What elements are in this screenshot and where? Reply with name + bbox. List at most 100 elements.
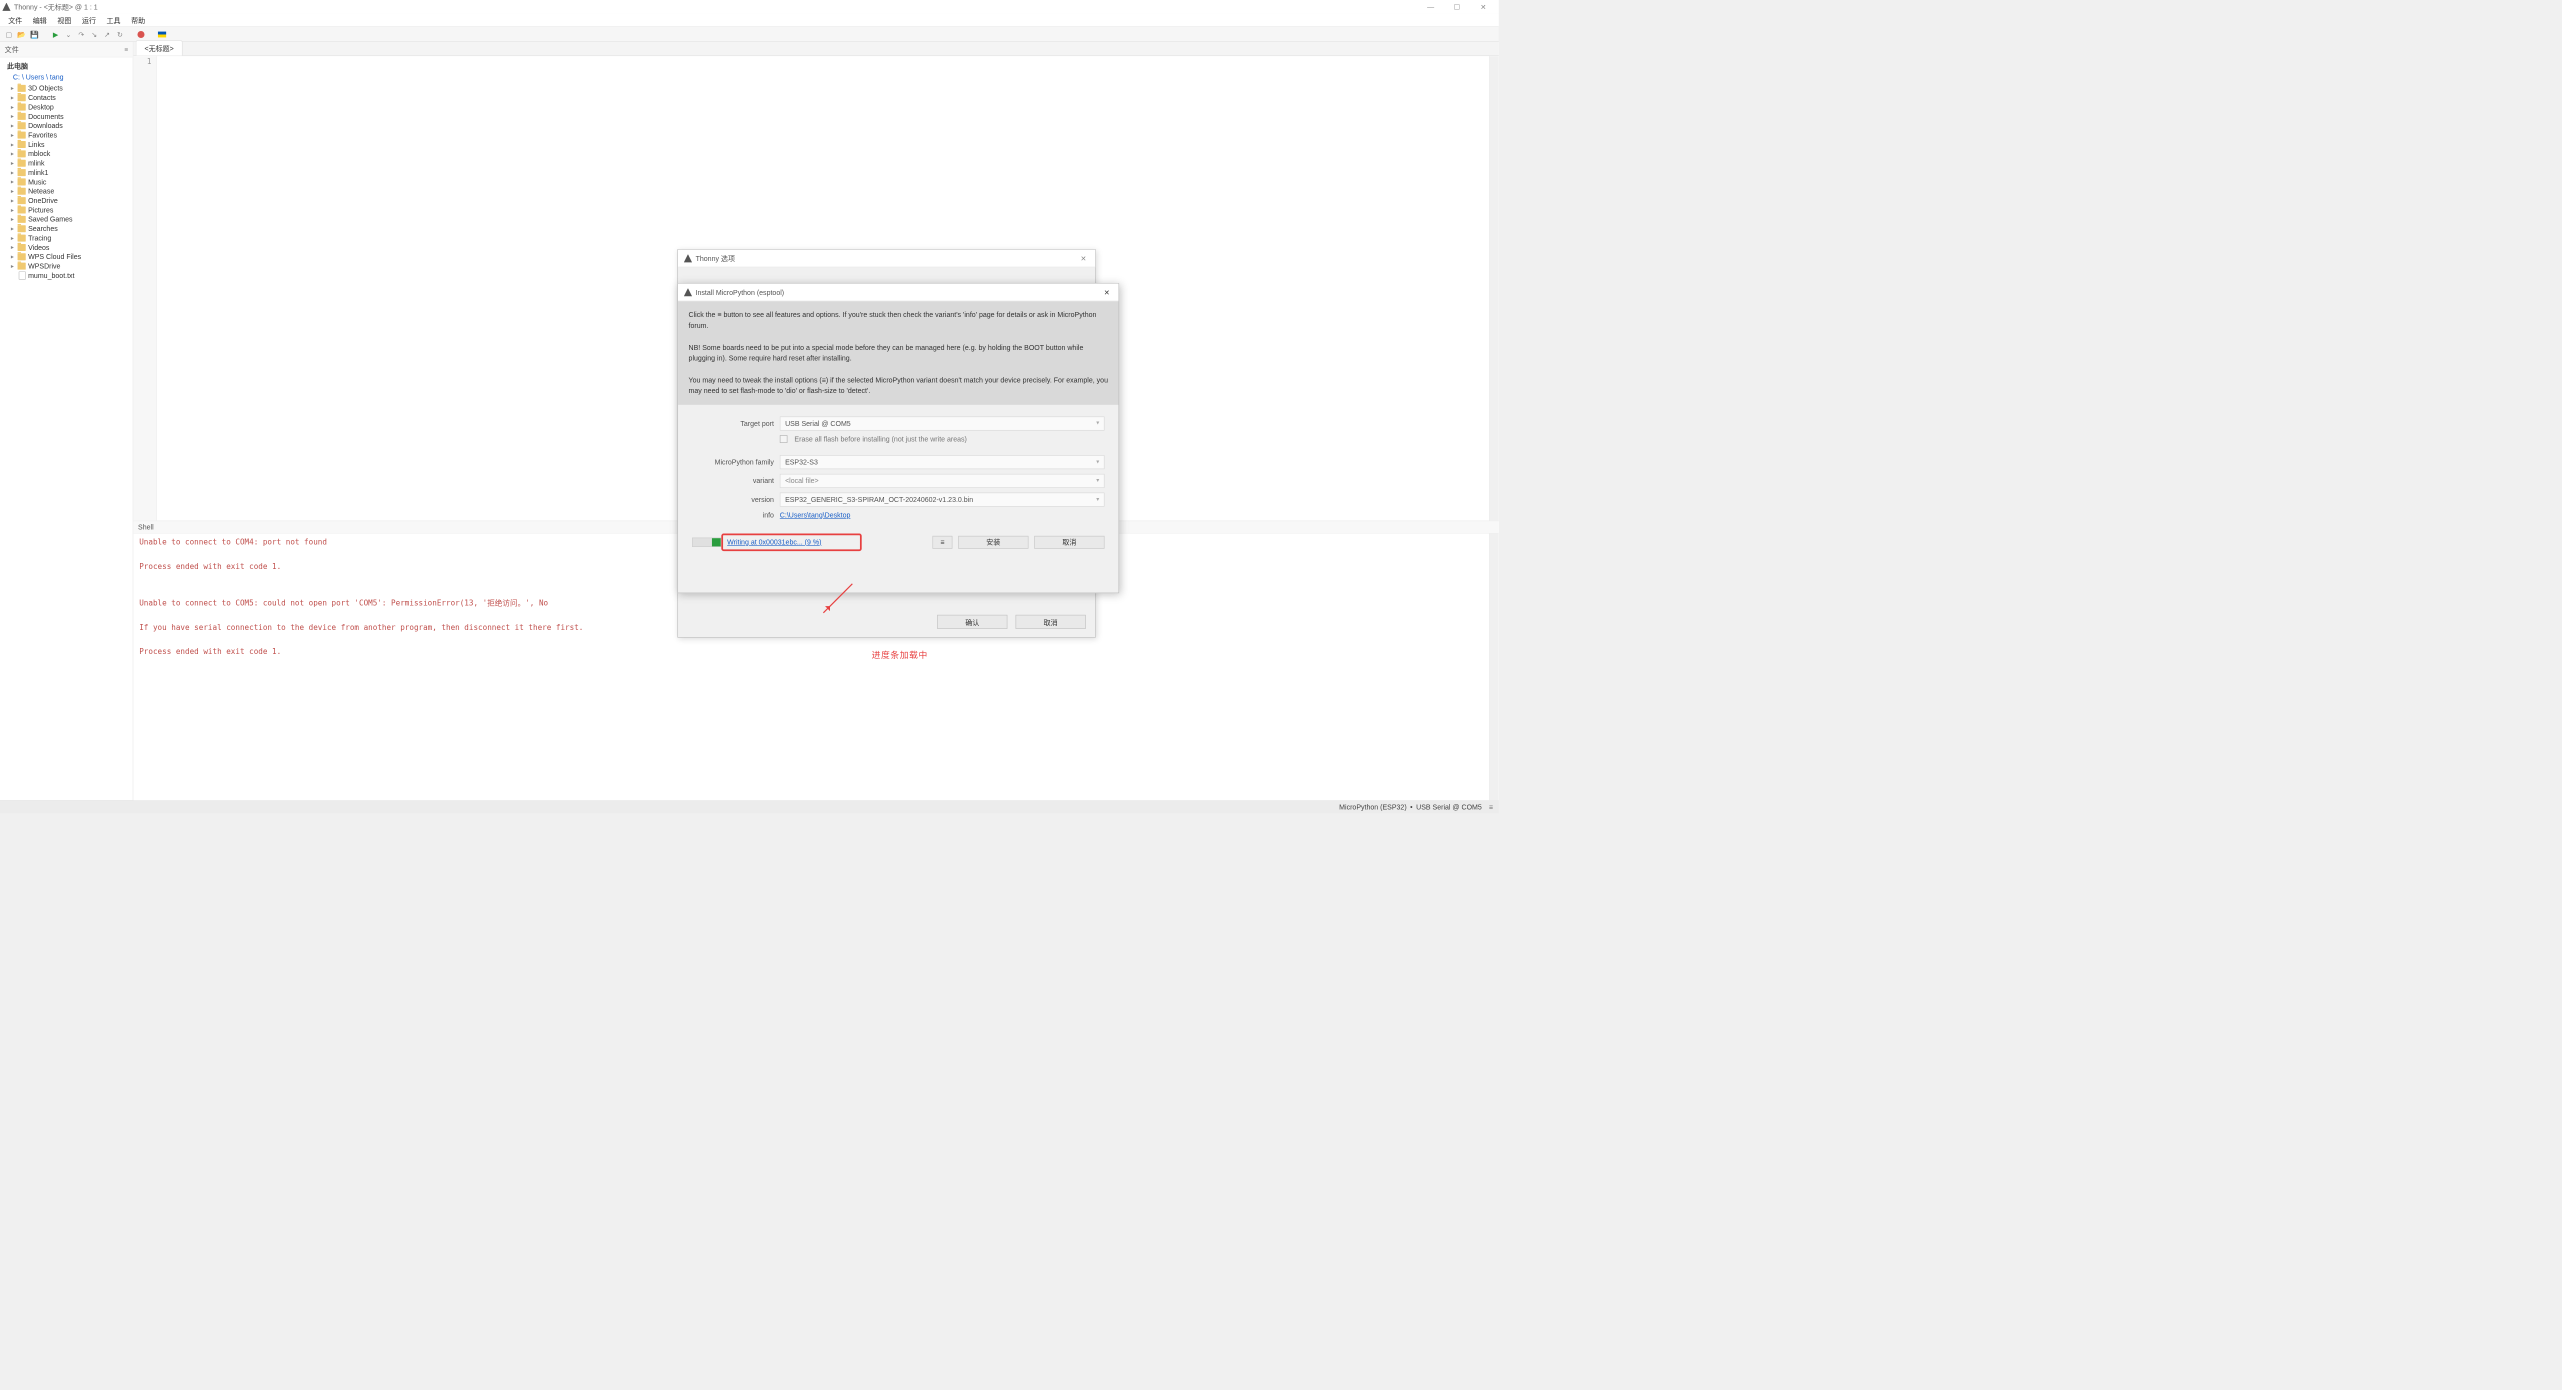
shell-line: Process ended with exit code 1.	[139, 647, 1493, 659]
step-over-icon: ↷	[78, 30, 84, 38]
folder-icon	[18, 122, 26, 129]
tree-folder[interactable]: ▸Desktop	[1, 102, 131, 111]
expand-icon: ▸	[9, 188, 15, 194]
window-maximize-button[interactable]: ☐	[1444, 0, 1470, 13]
open-file-button[interactable]: 📂	[16, 29, 27, 40]
tree-folder[interactable]: ▸ mlink1	[1, 168, 131, 177]
folder-icon	[18, 104, 26, 111]
tree-folder[interactable]: ▸Favorites	[1, 130, 131, 139]
menu-run[interactable]: 运行	[77, 14, 100, 26]
expand-icon: ▸	[9, 235, 15, 241]
sidebar-menu-button[interactable]: ≡	[124, 46, 128, 53]
bug-icon: ⌄	[66, 30, 72, 38]
menu-edit[interactable]: 编辑	[28, 14, 51, 26]
stop-button[interactable]	[136, 29, 147, 40]
tree-folder[interactable]: ▸ Links	[1, 140, 131, 149]
tree-item-label: WPS Cloud Files	[28, 253, 81, 261]
expand-icon: ▸	[9, 254, 15, 260]
shell-line: If you have serial connection to the dev…	[139, 622, 1493, 634]
run-button[interactable]: ▶	[50, 29, 61, 40]
expand-icon: ▸	[9, 197, 15, 203]
tree-folder[interactable]: ▸Contacts	[1, 93, 131, 102]
expand-icon: ▸	[9, 169, 15, 175]
status-port[interactable]: USB Serial @ COM5	[1416, 803, 1482, 811]
tree-folder[interactable]: ▸Saved Games	[1, 215, 131, 224]
folder-icon	[18, 132, 26, 139]
tree-item-label: Netease	[28, 187, 54, 195]
code-editor[interactable]: 1	[133, 56, 1498, 520]
tree-folder[interactable]: ▸ Tracing	[1, 233, 131, 242]
file-icon	[19, 271, 26, 279]
tree-item-label: WPSDrive	[28, 262, 60, 270]
tree-root[interactable]: 此电脑	[1, 60, 131, 72]
tree-folder[interactable]: ▸Videos	[1, 243, 131, 252]
tree-folder[interactable]: ▸mblock	[1, 149, 131, 158]
tree-folder[interactable]: ▸WPSDrive	[1, 261, 131, 270]
shell-scrollbar[interactable]	[1489, 534, 1498, 801]
folder-icon	[18, 216, 26, 223]
new-file-button[interactable]: ▢	[4, 29, 15, 40]
tree-item-label: Documents	[28, 112, 64, 120]
expand-icon: ▸	[9, 226, 15, 232]
tree-folder[interactable]: ▸Documents	[1, 112, 131, 121]
resume-button[interactable]: ↻	[115, 29, 126, 40]
tree-folder[interactable]: ▸ OneDrive	[1, 196, 131, 205]
window-close-button[interactable]: ✕	[1470, 0, 1496, 13]
tree-item-label: Links	[28, 140, 44, 148]
window-minimize-button[interactable]: —	[1417, 0, 1443, 13]
tree-item-label: OneDrive	[28, 197, 58, 205]
tree-folder[interactable]: ▸Downloads	[1, 121, 131, 130]
menu-file[interactable]: 文件	[4, 14, 27, 26]
stop-icon	[137, 31, 144, 38]
tree-folder[interactable]: ▸ Netease	[1, 187, 131, 196]
tree-item-label: Pictures	[28, 206, 53, 214]
tree-item-label: mumu_boot.txt	[28, 271, 74, 279]
expand-icon: ▸	[9, 207, 15, 213]
editor-scrollbar[interactable]	[1489, 56, 1498, 520]
tree-current-path[interactable]: C: \ Users \ tang	[1, 72, 131, 84]
tree-folder[interactable]: ▸Searches	[1, 224, 131, 233]
thonny-icon	[2, 3, 10, 11]
expand-icon: ▸	[9, 141, 15, 147]
toolbar: ▢ 📂 💾 ▶ ⌄ ↷ ↘ ↗ ↻	[0, 27, 1499, 42]
expand-icon: ▸	[9, 160, 15, 166]
folder-icon	[18, 235, 26, 242]
debug-button[interactable]: ⌄	[63, 29, 74, 40]
menu-view[interactable]: 视图	[53, 14, 76, 26]
tree-folder[interactable]: ▸ WPS Cloud Files	[1, 252, 131, 261]
save-icon: 💾	[30, 30, 39, 38]
expand-icon: ▸	[9, 216, 15, 222]
shell-line	[139, 610, 1493, 622]
folder-icon	[18, 197, 26, 204]
expand-icon: ▸	[9, 104, 15, 110]
folder-icon	[18, 150, 26, 157]
tree-folder[interactable]: ▸ Pictures	[1, 205, 131, 214]
tree-item-label: Favorites	[28, 131, 57, 139]
support-ukraine-button[interactable]	[157, 29, 168, 40]
shell-title: Shell	[133, 521, 1498, 533]
folder-icon	[18, 113, 26, 120]
tree-file[interactable]: mumu_boot.txt	[1, 271, 131, 280]
folder-icon	[18, 253, 26, 260]
step-into-button[interactable]: ↘	[89, 29, 100, 40]
step-out-icon: ↗	[104, 30, 110, 38]
menu-tools[interactable]: 工具	[102, 14, 125, 26]
tree-folder[interactable]: ▸mlink	[1, 159, 131, 168]
step-out-button[interactable]: ↗	[102, 29, 113, 40]
editor-tab-untitled[interactable]: <无标题>	[136, 40, 183, 55]
status-interpreter[interactable]: MicroPython (ESP32)	[1339, 803, 1407, 811]
tree-item-label: Tracing	[28, 234, 51, 242]
step-over-button[interactable]: ↷	[76, 29, 87, 40]
save-file-button[interactable]: 💾	[29, 29, 40, 40]
tree-item-label: 3D Objects	[28, 84, 63, 92]
status-menu-button[interactable]: ≡	[1489, 803, 1493, 811]
file-icon: ▢	[5, 30, 12, 38]
play-icon: ▶	[53, 30, 58, 38]
tree-folder[interactable]: ▸3D Objects	[1, 84, 131, 93]
shell-output[interactable]: Unable to connect to COM4: port not foun…	[133, 534, 1498, 801]
tree-item-label: mlink1	[28, 168, 48, 176]
tree-folder[interactable]: ▸Music	[1, 177, 131, 186]
menu-help[interactable]: 帮助	[126, 14, 149, 26]
shell-line	[139, 574, 1493, 586]
shell-line: Process ended with exit code 1.	[139, 561, 1493, 573]
